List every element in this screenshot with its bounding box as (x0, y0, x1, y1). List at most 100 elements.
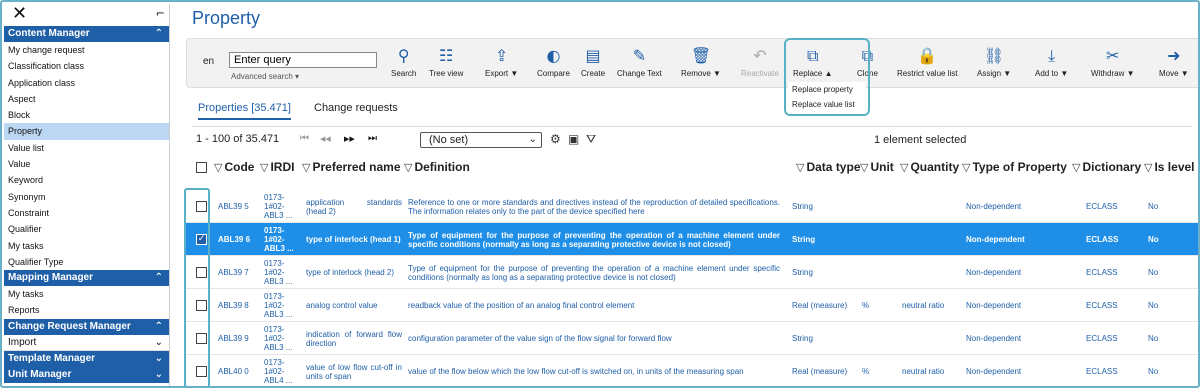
add-to-button[interactable]: ⤓ Add to ▼ (1035, 43, 1068, 87)
cell-is-level: No (1148, 268, 1159, 277)
sidebar-item[interactable]: Qualifier (4, 221, 169, 237)
close-icon[interactable]: ✕ (12, 5, 27, 23)
cell-code: ABL39 5 (218, 202, 249, 211)
sidebar-item[interactable]: Block (4, 107, 169, 123)
restrict-button[interactable]: 🔒 Restrict value list (897, 43, 957, 87)
search-input[interactable] (229, 52, 377, 68)
trash-button[interactable]: 🗑 Remove ▼ (681, 43, 721, 87)
view-set-select[interactable]: (No set) ⌄ (420, 132, 542, 148)
sidebar-item[interactable]: Aspect (4, 91, 169, 107)
withdraw-button[interactable]: ✂ Withdraw ▼ (1091, 43, 1134, 87)
sidebar-section-5[interactable]: Unit Manager ⌄ (4, 366, 169, 383)
cell-type: Non-dependent (966, 268, 1022, 277)
toolbar-button-label: Add to ▼ (1035, 69, 1069, 78)
filter-icon[interactable]: ▽ (214, 161, 222, 174)
column-header[interactable]: ▽ IRDI (260, 160, 294, 174)
cell-code: ABL39 7 (218, 268, 249, 277)
tab-properties[interactable]: Properties [35.471] (198, 102, 291, 120)
pencil-button[interactable]: ✎ Change Text (617, 43, 662, 87)
sidebar-item[interactable]: Keyword (4, 172, 169, 188)
sidebar-item[interactable]: Value (4, 156, 169, 172)
first-page-icon[interactable]: ⏮ (300, 133, 309, 144)
column-header-label: Code (224, 160, 255, 174)
table-row[interactable]: ABL39 5 0173-1#02-ABL3 ... application sta… (184, 190, 1198, 223)
column-header[interactable]: ▽ Code (214, 160, 254, 174)
cell-quantity (902, 256, 948, 289)
filter-icon[interactable]: ▽ (404, 161, 412, 174)
sidebar-section-4[interactable]: Template Manager ⌄ (4, 350, 169, 367)
filter-icon[interactable]: ▽ (860, 161, 868, 174)
filter-icon[interactable]: ▽ (900, 161, 908, 174)
column-header[interactable]: ▽ Preferred name (302, 160, 401, 174)
search-button[interactable]: ⚲ Search (391, 43, 416, 87)
cell-type: Non-dependent (966, 334, 1022, 343)
chevron-icon: ⌃ (154, 272, 163, 284)
cell-code: ABL39 9 (218, 334, 249, 343)
column-header[interactable]: ▽ Data type (796, 160, 861, 174)
move-button[interactable]: ➜ Move ▼ (1159, 43, 1189, 87)
filter-icon[interactable]: ▽ (962, 161, 970, 174)
table-row[interactable]: ✓ ABL39 6 0173-1#02-ABL3 ... type of interl… (184, 223, 1198, 256)
sidebar-section-2[interactable]: Change Request Manager ⌃ (4, 318, 169, 335)
column-header[interactable]: ▽ Is level (1144, 160, 1195, 174)
prev-page-icon[interactable]: ◀◀ (320, 135, 331, 143)
compare-button[interactable]: ◐ Compare (537, 43, 570, 87)
filter-icon[interactable]: ▽ (302, 161, 310, 174)
cell-is-level: No (1148, 334, 1159, 343)
column-header[interactable]: ▽ Unit (860, 160, 894, 174)
table-row[interactable]: ABL39 9 0173-1#02-ABL3 ... indication of f… (184, 322, 1198, 355)
table-row[interactable]: ABL40 0 0173-1#02-ABL4 ... value of low fl… (184, 355, 1198, 386)
table-row[interactable]: ABL39 8 0173-1#02-ABL3 ... analog control … (184, 289, 1198, 322)
sidebar-item[interactable]: My tasks (4, 238, 169, 254)
tab-change-requests[interactable]: Change requests (314, 102, 398, 114)
filter-icon[interactable]: ▽ (1072, 161, 1080, 174)
table-row[interactable]: ABL39 7 0173-1#02-ABL3 ... type of interlo… (184, 256, 1198, 289)
sidebar-subsection-3[interactable]: Import ⌄ (4, 335, 169, 351)
advanced-search-link[interactable]: Advanced search ▾ (231, 72, 299, 81)
reactivate-button[interactable]: ↶ Reactivate (741, 43, 779, 87)
column-header[interactable]: ▽ Definition (404, 160, 470, 174)
cell-type: Non-dependent (966, 202, 1022, 211)
export-button[interactable]: ⇪ Export ▼ (485, 43, 518, 87)
sidebar-item[interactable]: My change request (4, 42, 169, 58)
settings-icon[interactable]: ⚙ (550, 132, 561, 146)
language-label[interactable]: en (203, 56, 214, 67)
link-button[interactable]: ⛓ Assign ▼ (977, 43, 1011, 87)
cell-quantity (902, 190, 948, 223)
trash-icon: 🗑 (690, 46, 712, 65)
sidebar-top: ✕ ⌐ (4, 4, 169, 26)
last-page-icon[interactable]: ⏭ (368, 133, 377, 144)
sidebar-item[interactable]: Qualifier Type (4, 254, 169, 270)
sidebar-item[interactable]: Reports (4, 302, 169, 318)
selection-status: 1 element selected (874, 134, 967, 146)
cell-dictionary: ECLASS (1086, 235, 1119, 244)
column-header[interactable]: ▽ Type of Property (962, 160, 1067, 174)
cell-name: type of interlock (head 1) (306, 235, 401, 244)
filter-settings-icon[interactable]: ⛛ (586, 132, 596, 147)
sidebar-item[interactable]: Classification class (4, 58, 169, 74)
cell-is-level: No (1148, 235, 1159, 244)
sidebar-section-1[interactable]: Mapping Manager ⌃ (4, 270, 169, 287)
sidebar-item[interactable]: Property (4, 123, 169, 140)
sidebar-item[interactable]: Application class (4, 75, 169, 91)
filter-icon[interactable]: ▽ (260, 161, 268, 174)
sidebar-section-0[interactable]: Content Manager ⌃ (4, 26, 169, 42)
column-header[interactable]: ▽ Quantity (900, 160, 959, 174)
sidebar-item[interactable]: Constraint (4, 205, 169, 221)
cell-code: ABL39 8 (218, 301, 249, 310)
next-page-icon[interactable]: ▶▶ (344, 135, 355, 143)
cell-quantity: neutral ratio (902, 301, 945, 310)
filter-icon[interactable]: ▽ (1144, 161, 1152, 174)
collapse-icon[interactable]: ⌐ (156, 7, 165, 20)
sidebar-item[interactable]: My tasks (4, 286, 169, 302)
column-header[interactable]: ▽ Dictionary (1072, 160, 1141, 174)
chevron-icon: ⌄ (154, 368, 163, 380)
sidebar-item[interactable]: Value list (4, 140, 169, 156)
cell-irdi: 0173-1#02-ABL3 ... (264, 193, 293, 220)
filter-icon[interactable]: ▽ (796, 161, 804, 174)
tree-view-button[interactable]: ☷ Tree view (429, 43, 463, 87)
sidebar-section-title: Template Manager (8, 352, 96, 364)
create-button[interactable]: ▤ Create (581, 43, 605, 87)
save-icon[interactable]: ▣ (568, 132, 579, 146)
sidebar-item[interactable]: Synonym (4, 189, 169, 205)
